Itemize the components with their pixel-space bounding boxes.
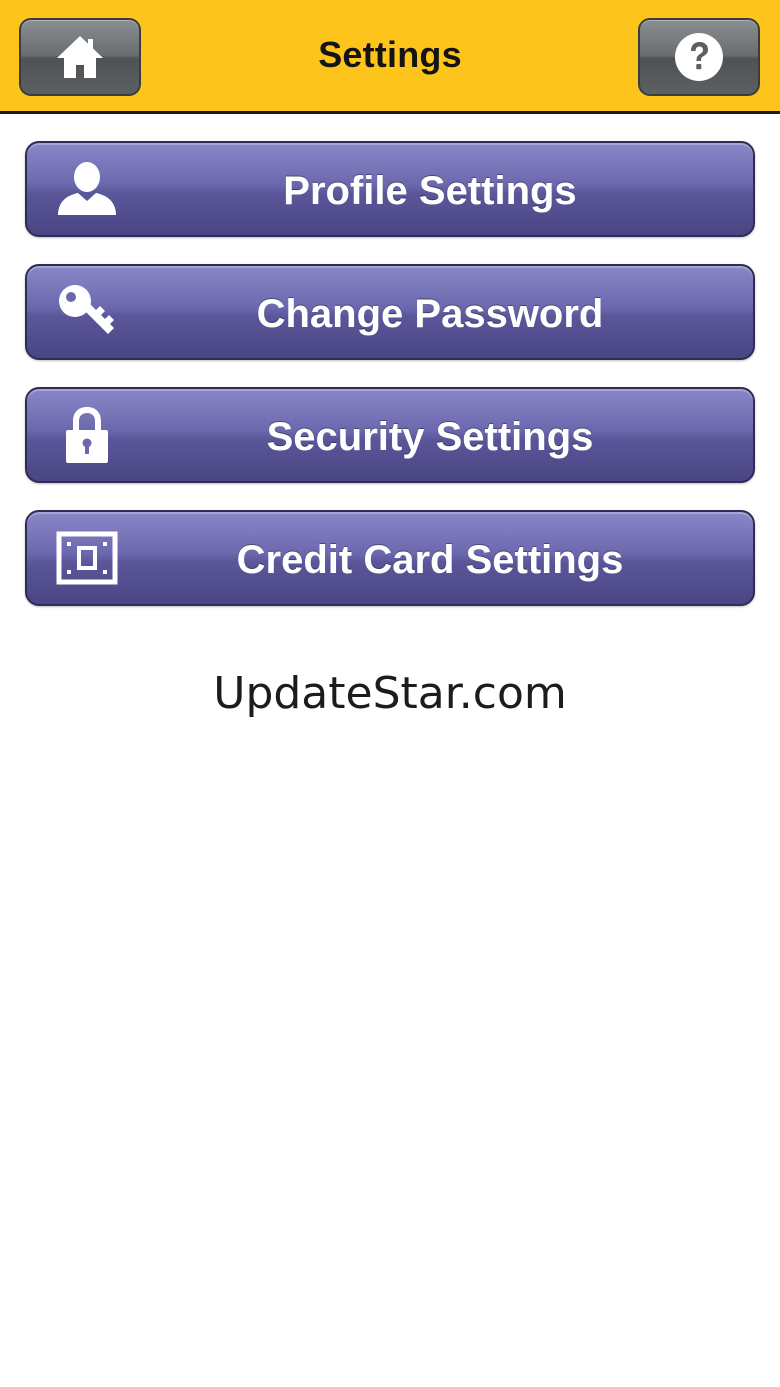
security-settings-button[interactable]: Security Settings	[25, 387, 755, 483]
user-icon	[55, 159, 119, 219]
help-icon	[674, 32, 724, 82]
key-icon	[55, 282, 119, 342]
change-password-button[interactable]: Change Password	[25, 264, 755, 360]
help-button[interactable]	[638, 18, 760, 96]
security-settings-label: Security Settings	[266, 415, 594, 459]
change-password-label: Change Password	[256, 292, 604, 336]
profile-settings-button[interactable]: Profile Settings	[25, 141, 755, 237]
credit-card-icon	[55, 528, 119, 588]
profile-settings-label: Profile Settings	[283, 169, 577, 213]
lock-icon	[55, 405, 119, 465]
footer-watermark: UpdateStar.com	[213, 668, 567, 719]
credit-card-settings-button[interactable]: Credit Card Settings	[25, 510, 755, 606]
top-bar: Settings	[0, 0, 780, 114]
credit-card-settings-label: Credit Card Settings	[236, 538, 624, 582]
